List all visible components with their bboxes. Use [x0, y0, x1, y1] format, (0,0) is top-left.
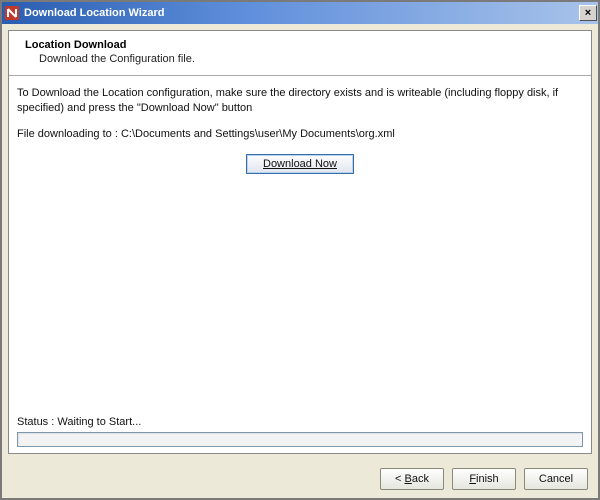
cancel-label: Cancel — [539, 473, 573, 485]
instruction-text: To Download the Location configuration, … — [17, 86, 583, 116]
download-now-button[interactable]: Download Now — [246, 154, 354, 174]
wizard-header: Location Download Download the Configura… — [9, 31, 591, 76]
back-button[interactable]: < Back — [380, 468, 444, 490]
wizard-footer: < Back Finish Cancel — [2, 460, 598, 498]
cancel-button[interactable]: Cancel — [524, 468, 588, 490]
body-spacer — [17, 184, 583, 416]
close-button[interactable]: × — [579, 5, 597, 21]
download-path-line: File downloading to : C:\Documents and S… — [17, 128, 583, 140]
close-icon: × — [585, 8, 591, 19]
status-prefix: Status : — [17, 416, 57, 428]
download-path-prefix: File downloading to : — [17, 128, 121, 140]
status-value: Waiting to Start... — [57, 416, 141, 428]
progress-bar — [17, 432, 583, 447]
wizard-window: Download Location Wizard × Location Down… — [0, 0, 600, 500]
download-now-label: Download Now — [263, 158, 337, 170]
finish-label: Finish — [469, 473, 498, 485]
app-icon — [4, 5, 20, 21]
download-row: Download Now — [17, 154, 583, 174]
page-subtitle: Download the Configuration file. — [25, 53, 575, 65]
finish-button[interactable]: Finish — [452, 468, 516, 490]
status-line: Status : Waiting to Start... — [17, 416, 583, 428]
title-bar: Download Location Wizard × — [2, 2, 598, 24]
wizard-body: To Download the Location configuration, … — [9, 76, 591, 453]
back-label: < Back — [395, 473, 429, 485]
download-path-value: C:\Documents and Settings\user\My Docume… — [121, 128, 395, 140]
wizard-inner: Location Download Download the Configura… — [8, 30, 592, 454]
window-title: Download Location Wizard — [24, 7, 579, 19]
page-title: Location Download — [25, 39, 575, 51]
